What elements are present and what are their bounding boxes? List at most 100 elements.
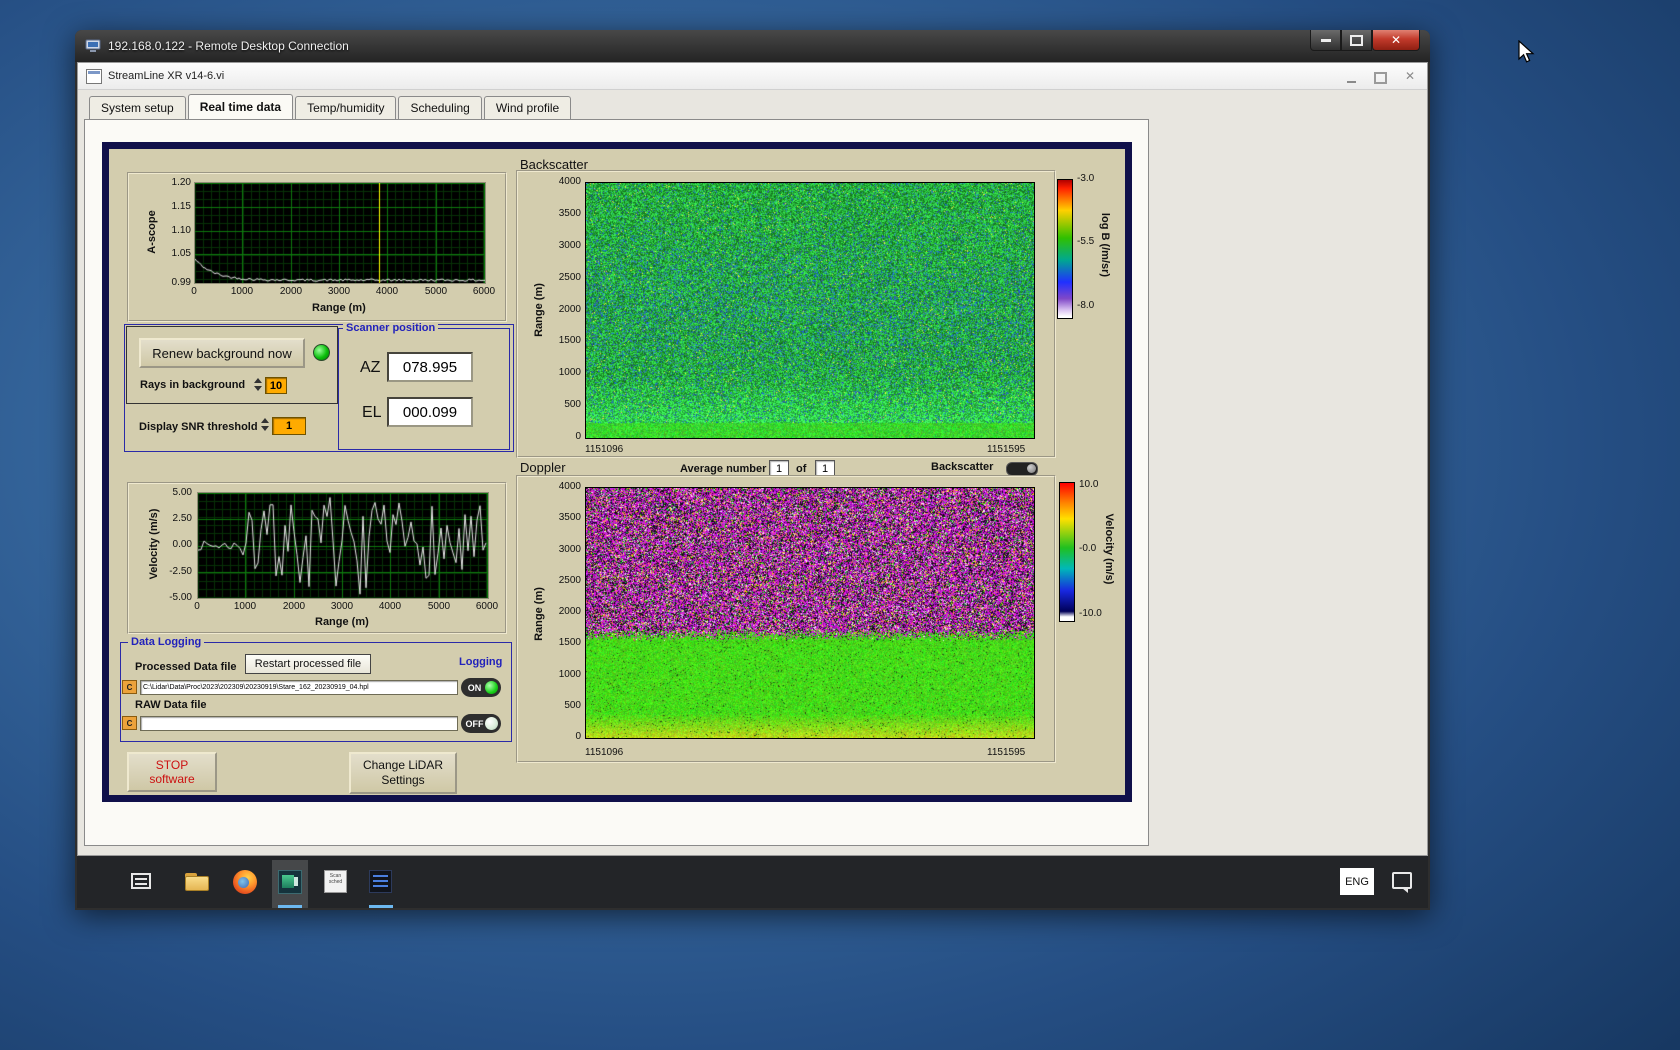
doppler-ytick: 1500 (558, 637, 581, 648)
doppler-ytick: 3500 (558, 512, 581, 523)
ascope-ytick: 0.99 (171, 277, 191, 288)
restart-processed-file-button[interactable]: Restart processed file (245, 654, 371, 674)
tab-label: System setup (101, 101, 174, 115)
colorbar-tick: -10.0 (1079, 608, 1102, 619)
toggle-led-on (485, 681, 498, 694)
ascope-xtick: 6000 (472, 286, 496, 297)
tab-label: Temp/humidity (307, 101, 385, 115)
task-view-icon[interactable] (131, 870, 155, 894)
rays-value[interactable]: 10 (265, 377, 287, 394)
tab-strip: System setup Real time data Temp/humidit… (89, 94, 573, 119)
backscatter-ytick: 1000 (558, 367, 581, 378)
tab-system-setup[interactable]: System setup (89, 96, 186, 119)
rdp-titlebar[interactable]: 192.168.0.122 - Remote Desktop Connectio… (75, 30, 1430, 62)
ascope-ytick: 1.15 (171, 201, 191, 212)
remote-app-icon[interactable] (278, 870, 302, 894)
ascope-xtick: 0 (191, 286, 197, 297)
raw-path-drive-icon[interactable]: C (122, 716, 137, 730)
change-lidar-settings-button[interactable]: Change LiDAR Settings (349, 752, 457, 794)
stop-label-line2: software (149, 772, 195, 786)
toggle-led-off (485, 717, 498, 730)
backscatter-xstart: 1151096 (585, 444, 624, 455)
app-window: StreamLine XR v14-6.vi ✕ System setup Re… (77, 62, 1428, 856)
velocity-xtick: 4000 (378, 601, 402, 612)
ascope-xtick: 4000 (375, 286, 399, 297)
velocity-xtick: 2000 (282, 601, 306, 612)
toggle-label: OFF (465, 718, 484, 729)
snr-spinner[interactable] (261, 418, 270, 434)
doppler-xend: 1151595 (987, 747, 1026, 758)
backscatter-colorbar (1057, 179, 1073, 319)
tab-real-time-data[interactable]: Real time data (187, 94, 294, 119)
rdp-minimize-button[interactable] (1310, 30, 1341, 51)
snr-threshold-label: Display SNR threshold (139, 421, 258, 433)
tab-scheduling[interactable]: Scheduling (398, 96, 482, 119)
firefox-icon[interactable] (233, 870, 257, 894)
spinner-up-icon (261, 418, 269, 423)
rays-spinner[interactable] (254, 378, 263, 394)
file-explorer-icon[interactable] (185, 870, 209, 894)
app-titlebar[interactable]: StreamLine XR v14-6.vi ✕ (78, 63, 1427, 90)
doppler-ytick: 1000 (558, 669, 581, 680)
velocity-xlabel: Range (m) (315, 616, 369, 628)
close-icon: ✕ (1390, 33, 1402, 47)
rdp-icon (85, 39, 101, 52)
rdp-restore-button[interactable] (1341, 30, 1372, 51)
velocity-ytick: 5.00 (172, 487, 192, 498)
restore-icon (1373, 71, 1387, 84)
spinner-down-icon (261, 426, 269, 431)
processed-path-field[interactable]: C:\Lidar\Data\Proc\2023\202309\20230919\… (140, 680, 458, 695)
change-label-line1: Change LiDAR (362, 758, 444, 772)
velocity-ytick: 2.50 (172, 513, 192, 524)
main-panel: A-scope 1.20 1.15 1.10 1.05 0.99 0 1000 … (102, 142, 1132, 802)
renew-background-button[interactable]: Renew background now (139, 338, 305, 368)
of-label: of (796, 463, 807, 475)
app-title: StreamLine XR v14-6.vi (108, 70, 225, 82)
app-icon (86, 68, 102, 84)
toggle-knob (1027, 464, 1036, 473)
app-restore-button[interactable] (1373, 69, 1387, 84)
scan-scheduler-icon[interactable]: Scan sched (324, 870, 348, 894)
rdp-close-button[interactable]: ✕ (1372, 30, 1420, 51)
ascope-xtick: 5000 (424, 286, 448, 297)
stop-software-button[interactable]: STOP software (127, 752, 217, 792)
rdp-title: 192.168.0.122 - Remote Desktop Connectio… (108, 39, 349, 53)
velocity-graph: Velocity (m/s) 5.00 2.50 0.00 -2.50 -5.0… (127, 482, 507, 634)
remote-session: StreamLine XR v14-6.vi ✕ System setup Re… (77, 62, 1428, 908)
raw-path-field[interactable] (140, 716, 458, 731)
app-minimize-button[interactable] (1346, 70, 1356, 83)
ascope-graph: A-scope 1.20 1.15 1.10 1.05 0.99 0 1000 … (127, 172, 507, 322)
colorbar-tick: -0.0 (1079, 543, 1097, 554)
document-list-icon[interactable] (369, 870, 393, 894)
backscatter-ytick: 3000 (558, 240, 581, 251)
tab-temp-humidity[interactable]: Temp/humidity (295, 96, 397, 119)
processed-logging-toggle[interactable]: ON (461, 678, 501, 697)
minimize-icon (1320, 38, 1331, 42)
ascope-ytick: 1.20 (171, 177, 191, 188)
velocity-xtick: 5000 (427, 601, 451, 612)
colorbar-tick: -5.5 (1077, 236, 1095, 247)
doppler-colorbar-label: Velocity (m/s) (1103, 513, 1115, 585)
restore-icon (1350, 34, 1363, 46)
doppler-heatmap (585, 487, 1035, 739)
front-panel-page: A-scope 1.20 1.15 1.10 1.05 0.99 0 1000 … (84, 119, 1149, 846)
notification-icon[interactable] (1392, 872, 1412, 893)
backscatter-ytick: 1500 (558, 335, 581, 346)
backscatter-ytick: 0 (575, 431, 581, 442)
scanner-position-title: Scanner position (343, 322, 439, 334)
backscatter-toggle[interactable] (1006, 462, 1038, 476)
app-close-button[interactable]: ✕ (1405, 67, 1415, 85)
language-indicator[interactable]: ENG (1340, 868, 1374, 895)
tab-wind-profile[interactable]: Wind profile (483, 96, 572, 119)
velocity-xtick: 1000 (233, 601, 257, 612)
raw-logging-toggle[interactable]: OFF (461, 714, 501, 733)
data-logging-title: Data Logging (128, 636, 205, 648)
velocity-xtick: 6000 (475, 601, 499, 612)
backscatter-ytick: 2500 (558, 272, 581, 283)
snr-value[interactable]: 1 (272, 417, 306, 435)
ascope-ytick: 1.05 (171, 248, 191, 259)
minimize-icon (1346, 80, 1356, 83)
backscatter-ytick: 3500 (558, 208, 581, 219)
processed-path-drive-icon[interactable]: C (122, 680, 137, 694)
el-label: EL (362, 404, 382, 421)
